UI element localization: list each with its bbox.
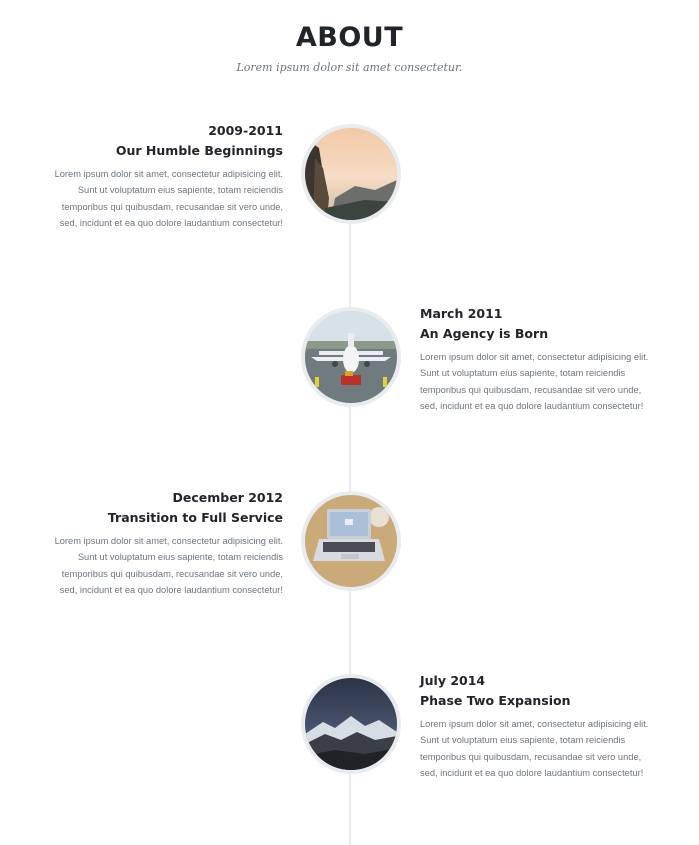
timeline-date: December 2012 (172, 490, 284, 505)
timeline-description: Lorem ipsum dolor sit amet, consectetur … (420, 352, 649, 411)
timeline-image-snowy-mountains (301, 674, 401, 774)
page-subtitle: Lorem ipsum dolor sit amet consectetur. (236, 61, 463, 74)
snowy-mountains-image (305, 678, 397, 770)
timeline-text: July 2014 Phase Two Expansion Lorem ipsu… (420, 671, 660, 781)
timeline-heading: An Agency is Born (420, 326, 549, 341)
timeline-heading: Transition to Full Service (107, 510, 283, 525)
timeline-heading: Phase Two Expansion (420, 693, 571, 708)
timeline-date: July 2014 (420, 673, 486, 688)
timeline-text: 2009-2011 Our Humble Beginnings Lorem ip… (50, 121, 283, 231)
timeline-description: Lorem ipsum dolor sit amet, consectetur … (420, 719, 649, 778)
page-title: ABOUT (295, 22, 404, 53)
timeline-text: March 2011 An Agency is Born Lorem ipsum… (420, 304, 660, 414)
timeline-date: 2009-2011 (208, 123, 283, 138)
airplane-image (305, 311, 397, 403)
timeline-date: March 2011 (420, 306, 503, 321)
timeline-description: Lorem ipsum dolor sit amet, consectetur … (54, 536, 283, 595)
timeline-image-airplane (301, 307, 401, 407)
timeline-image-laptop (301, 491, 401, 591)
timeline-image-mountain-canyon (301, 124, 401, 224)
timeline-text: December 2012 Transition to Full Service… (50, 488, 283, 598)
timeline-heading: Our Humble Beginnings (115, 143, 283, 158)
laptop-image (305, 495, 397, 587)
timeline-description: Lorem ipsum dolor sit amet, consectetur … (54, 169, 283, 228)
mountain-canyon-image (305, 128, 397, 220)
